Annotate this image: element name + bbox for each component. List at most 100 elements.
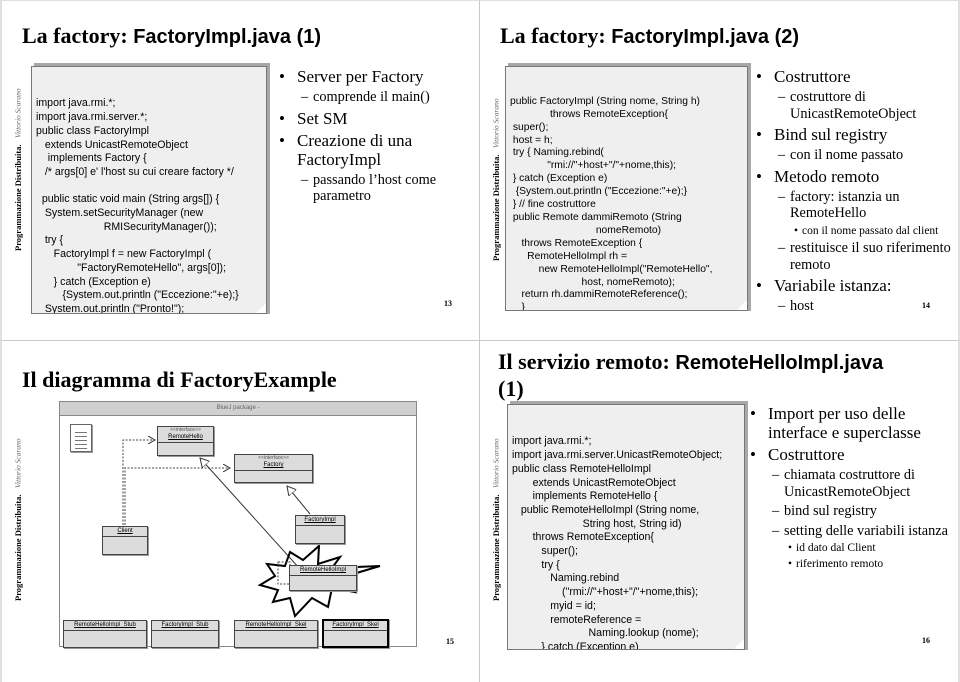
code-line: public FactoryImpl (String nome, String …: [510, 95, 700, 107]
bullet-level-1: Costruttore: [756, 67, 956, 86]
author-name: Vittorio Scarano: [491, 98, 501, 149]
sidebar-label: Programmazione Distribuita. Vittorio Sca…: [6, 421, 30, 601]
code-line: "rmi://"+host+"/"+nome,this);: [510, 160, 676, 172]
author-name: Vittorio Scarano: [13, 438, 23, 489]
code-line: super();: [510, 121, 549, 133]
class-name: FactoryImpl: [296, 516, 344, 526]
title-filename: FactoryImpl.java (1): [133, 26, 322, 48]
author-name: Vittorio Scarano: [491, 438, 501, 489]
title-filename: FactoryImpl.java (2): [611, 26, 800, 48]
code-line: remoteReference =: [512, 613, 642, 626]
code-line: throws RemoteException{: [510, 108, 668, 120]
class-name: FactoryImpl_Stub: [152, 621, 218, 631]
slide-title: Il servizio remoto: RemoteHelloImpl.java…: [498, 349, 918, 401]
implements-arrow-factoryimpl: [287, 486, 311, 515]
code-line: RMISecurityManager());: [36, 220, 217, 233]
sidebar-label: Programmazione Distribuita. Vittorio Sca…: [484, 421, 508, 601]
code-line: System.setSecurityManager (new: [36, 207, 204, 220]
title-filename: RemoteHelloImpl.java: [675, 352, 884, 374]
bullet-list: Costruttore costruttore di UnicastRemoteO…: [756, 67, 956, 318]
slide-title: Il diagramma di FactoryExample: [22, 367, 337, 393]
class-box-remotehello[interactable]: <<interface>> RemoteHello: [157, 426, 214, 456]
code-line: nomeRemoto): [510, 224, 662, 236]
code-line: import java.rmi.server.UnicastRemoteObje…: [512, 449, 723, 462]
code-line: }: [510, 302, 525, 311]
page-fold-icon: [736, 299, 747, 310]
bullet-level-2: factory: istanzia un RemoteHello: [756, 189, 956, 222]
page-number: 16: [922, 636, 930, 645]
code-line: } catch (Exception e): [510, 173, 608, 185]
code-line: RemoteHelloImpl rh =: [510, 250, 628, 262]
bullet-level-1: Import per uso delle interface e supercl…: [750, 404, 950, 442]
code-line: System.out.println ("Pronto!");: [36, 302, 185, 314]
code-line: try {: [512, 558, 560, 571]
slide-title: La factory: FactoryImpl.java (2): [500, 23, 799, 49]
code-line: new RemoteHelloImpl("RemoteHello",: [510, 263, 713, 275]
code-line: implements RemoteHello {: [512, 490, 658, 503]
course-name: Programmazione Distribuita.: [13, 494, 23, 601]
code-line: throws RemoteException{: [512, 531, 654, 544]
bullet-level-1: Server per Factory: [279, 67, 474, 86]
class-name: RemoteHello: [158, 433, 213, 443]
title-text: Il diagramma di FactoryExample: [22, 367, 337, 392]
code-line: super();: [512, 545, 578, 558]
code-block: public FactoryImpl (String nome, String …: [505, 66, 748, 311]
bullet-level-1: Costruttore: [750, 445, 950, 464]
class-box-remotehelloimpl-skel[interactable]: RemoteHelloImpl_Skel: [234, 620, 318, 648]
uml-class-diagram: BlueJ package - <<interface>> RemoteHell…: [59, 401, 417, 648]
bullet-level-1: Creazione di una FactoryImpl: [279, 131, 474, 169]
slide-16: Il servizio remoto: RemoteHelloImpl.java…: [480, 341, 960, 682]
bullet-list: Server per Factory comprende il main() Set…: [279, 67, 474, 208]
uses-arrow-client-factory: [124, 468, 230, 525]
code-line: } // fine costruttore: [510, 199, 596, 211]
class-name: FactoryImpl_Skel: [324, 621, 387, 631]
course-name: Programmazione Distribuita.: [491, 154, 501, 261]
code-line: host, nomeRemoto);: [510, 276, 675, 288]
diagram-arrows: [122, 402, 381, 618]
class-box-factoryimpl-skel[interactable]: FactoryImpl_Skel: [322, 619, 389, 648]
bullet-level-3: riferimento remoto: [750, 558, 950, 571]
code-line: throws RemoteException {: [510, 237, 643, 249]
bullet-level-2: costruttore di UnicastRemoteObject: [756, 89, 956, 122]
class-name: Client: [103, 527, 147, 537]
bullet-level-1: Set SM: [279, 109, 474, 128]
page-number: 14: [922, 301, 930, 310]
code-line: } catch (Exception e): [36, 275, 151, 288]
code-line: import java.rmi.server.*;: [36, 111, 148, 124]
course-name: Programmazione Distribuita.: [491, 494, 501, 601]
class-box-factoryimpl[interactable]: FactoryImpl: [295, 515, 345, 544]
class-name: Factory: [235, 461, 312, 471]
class-box-factory[interactable]: <<interface>> Factory: [234, 454, 313, 483]
class-box-remotehelloimpl[interactable]: RemoteHelloImpl: [289, 565, 357, 591]
class-box-remotehelloimpl-stub[interactable]: RemoteHelloImpl_Stub: [63, 620, 147, 648]
class-box-client[interactable]: Client: [102, 526, 148, 555]
page-fold-icon: [255, 302, 266, 313]
title-text: La factory:: [500, 23, 612, 48]
code-line: try { Naming.rebind(: [510, 147, 604, 159]
bullet-level-1: Metodo remoto: [756, 167, 956, 186]
bullet-level-3: id dato dal Client: [750, 542, 950, 555]
code-line: } catch (Exception e): [512, 640, 639, 650]
code-line: /* args[0] e' l'host su cui creare facto…: [36, 165, 234, 178]
code-line: try {: [36, 234, 64, 247]
bullet-level-2: passando l’host come parametro: [279, 172, 474, 205]
code-line: public RemoteHelloImpl (String nome,: [512, 503, 700, 516]
class-box-factoryimpl-stub[interactable]: FactoryImpl_Stub: [151, 620, 219, 648]
bullet-level-1: Variabile istanza:: [756, 276, 956, 295]
code-block: import java.rmi.*; import java.rmi.server…: [31, 66, 267, 314]
code-line: extends UnicastRemoteObject: [36, 138, 188, 151]
bullet-level-2: setting delle variabili istanza: [750, 523, 950, 540]
course-name: Programmazione Distribuita.: [13, 144, 23, 251]
bullet-list: Import per uso delle interface e supercl…: [750, 404, 950, 573]
slide-title: La factory: FactoryImpl.java (1): [22, 23, 321, 49]
code-line: String host, String id): [512, 517, 682, 530]
code-line: Naming.lookup (nome);: [512, 627, 699, 640]
code-line: public class FactoryImpl: [36, 124, 150, 137]
code-line: extends UnicastRemoteObject: [512, 476, 676, 489]
class-name: RemoteHelloImpl: [290, 566, 356, 576]
title-text: Il servizio remoto:: [498, 349, 676, 374]
bullet-level-3: con il nome passato dal client: [756, 225, 956, 238]
slide-13: La factory: FactoryImpl.java (1) Program…: [0, 0, 480, 341]
code-line: implements Factory {: [36, 152, 147, 165]
